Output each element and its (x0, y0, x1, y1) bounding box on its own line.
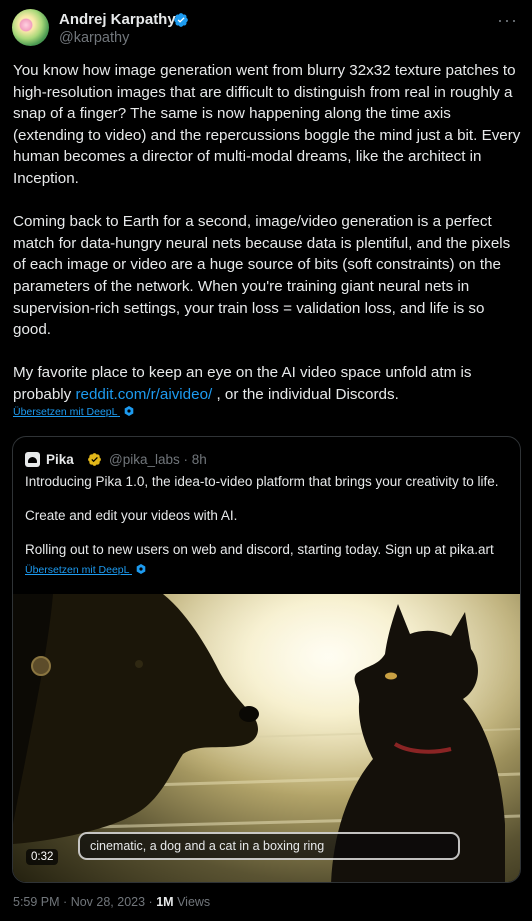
video-player[interactable]: 0:32 cinematic, a dog and a cat in a box… (13, 594, 520, 882)
gold-verified-badge-icon (88, 453, 101, 466)
tweet-paragraph: You know how image generation went from … (13, 62, 521, 187)
verified-badge-icon (174, 13, 188, 27)
tweet-text-fragment: , or the individual Discords. (212, 385, 399, 403)
translate-link[interactable]: Übersetzen mit DeepL (13, 406, 134, 418)
translate-label: Übersetzen mit DeepL (25, 564, 130, 576)
quoted-author-meta: @pika_labs · 8h (109, 452, 207, 467)
tweet-time[interactable]: 5:59 PM (13, 895, 60, 909)
author-handle[interactable]: @karpathy (59, 30, 129, 46)
quoted-paragraph: Create and edit your videos with AI. (25, 508, 238, 523)
tweet-meta: 5:59 PM · Nov 28, 2023 · 1M Views (13, 895, 210, 909)
author-avatar[interactable] (12, 9, 49, 46)
tweet-text: You know how image generation went from … (13, 60, 525, 406)
quoted-translate-link[interactable]: Übersetzen mit DeepL (25, 564, 146, 576)
quoted-tweet[interactable]: Pika @pika_labs · 8h Introducing Pika 1.… (12, 436, 521, 883)
meta-separator: · (183, 452, 189, 467)
deepl-icon (136, 564, 146, 574)
reddit-link[interactable]: reddit.com/r/aivideo/ (75, 386, 212, 403)
more-horizontal-icon[interactable]: ··· (497, 10, 518, 31)
quoted-tweet-text: Introducing Pika 1.0, the idea-to-video … (25, 472, 515, 559)
tweet-header: Andrej Karpathy @karpathy ··· (12, 8, 520, 48)
views-count: 1M (156, 895, 174, 909)
views-label: Views (177, 895, 211, 909)
tweet-paragraph: Coming back to Earth for a second, image… (13, 213, 511, 339)
author-name[interactable]: Andrej Karpathy (59, 11, 176, 28)
translate-label: Übersetzen mit DeepL (13, 406, 118, 418)
quoted-tweet-time[interactable]: 8h (192, 452, 207, 467)
meta-separator: · (148, 895, 153, 909)
quoted-author-handle[interactable]: @pika_labs (109, 452, 180, 467)
quoted-author-name[interactable]: Pika (46, 452, 74, 467)
video-caption: cinematic, a dog and a cat in a boxing r… (78, 832, 460, 860)
video-duration: 0:32 (26, 849, 59, 865)
pika-avatar-icon[interactable] (25, 452, 40, 467)
quoted-paragraph: Rolling out to new users on web and disc… (25, 542, 494, 557)
meta-separator: · (63, 895, 68, 909)
quoted-paragraph: Introducing Pika 1.0, the idea-to-video … (25, 474, 499, 489)
tweet-date[interactable]: Nov 28, 2023 (71, 895, 145, 909)
tweet-paragraph: My favorite place to keep an eye on the … (13, 362, 525, 405)
deepl-icon (124, 406, 134, 416)
